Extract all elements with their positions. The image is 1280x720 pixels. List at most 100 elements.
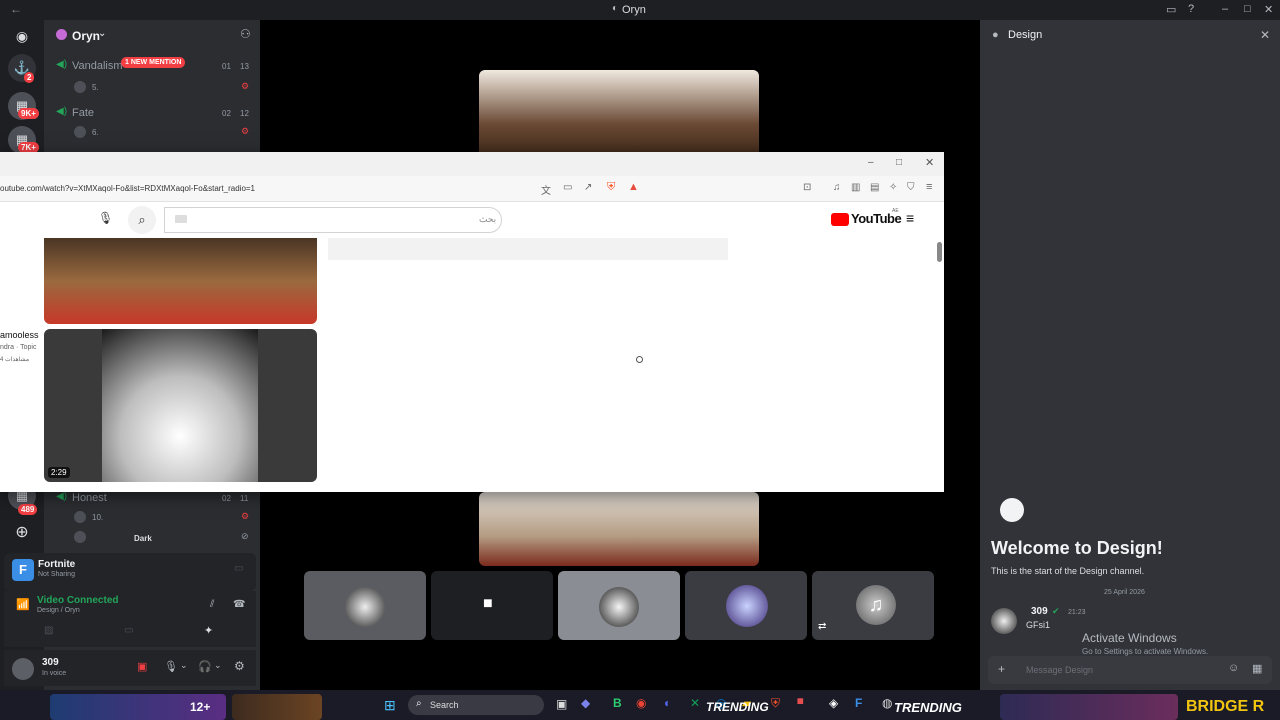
minimize-icon[interactable]: – bbox=[1222, 3, 1228, 15]
url-text[interactable]: outube.com/watch?v=XtMXaqol-Fo&list=RDXt… bbox=[0, 184, 255, 193]
vpn-icon[interactable]: ⛉ bbox=[907, 182, 915, 193]
taskbar-search[interactable]: ⌕ Search bbox=[408, 695, 544, 715]
mention-pill[interactable]: 1 NEW MENTION bbox=[121, 57, 186, 68]
activity-panel[interactable]: F Fortnite Not Sharing ▭ bbox=[4, 553, 256, 591]
voice-user-name[interactable]: Dark bbox=[134, 534, 152, 543]
brave-shield-icon[interactable]: ⛨ bbox=[607, 181, 615, 194]
video-thumbnail[interactable] bbox=[44, 238, 317, 324]
maximize-icon[interactable]: □ bbox=[896, 157, 902, 168]
signal-icon[interactable]: 📶 bbox=[16, 598, 30, 611]
message-input[interactable]: + Message Design ☺ ▦ bbox=[988, 656, 1272, 684]
message-author[interactable]: 309 bbox=[1031, 606, 1048, 617]
leo-icon[interactable]: ✧ bbox=[889, 182, 897, 193]
brave-icon[interactable]: ⛨ bbox=[771, 696, 780, 711]
inbox-icon[interactable]: ▭ bbox=[1166, 3, 1176, 16]
teams-icon[interactable]: ◆ bbox=[581, 696, 590, 710]
voice-channel-name[interactable]: Vandalism bbox=[72, 60, 123, 72]
app-icon[interactable]: ◈ bbox=[829, 696, 838, 710]
search-icon[interactable]: ⌕ bbox=[128, 206, 156, 234]
screen-icon[interactable]: ▭ bbox=[124, 625, 133, 636]
menu-icon[interactable]: ≡ bbox=[926, 181, 932, 193]
app-icon[interactable]: ▦ bbox=[797, 697, 804, 705]
search-input[interactable]: بحث bbox=[164, 207, 502, 233]
discord-icon[interactable]: ◐ bbox=[664, 696, 671, 710]
add-server-icon[interactable]: ⊕ bbox=[8, 518, 36, 546]
avatar[interactable] bbox=[12, 658, 34, 680]
side-video-channel[interactable]: ndra · Topic bbox=[0, 344, 36, 351]
voice-user-name[interactable]: 6. bbox=[92, 128, 99, 137]
plus-icon[interactable]: + bbox=[998, 662, 1005, 676]
address-bar[interactable]: outube.com/watch?v=XtMXaqol-Fo&list=RDXt… bbox=[0, 176, 944, 202]
hamburger-menu-icon[interactable]: ≡ bbox=[906, 210, 914, 226]
server-header[interactable]: Oryn ⌄ ⚇ bbox=[44, 20, 260, 50]
add-member-icon[interactable]: ⚇ bbox=[240, 27, 251, 41]
voice-user-name[interactable]: 5. bbox=[92, 83, 99, 92]
bookmark-icon[interactable]: ⊡ bbox=[803, 182, 811, 193]
emoji-icon[interactable]: ☺ bbox=[1228, 662, 1239, 674]
chevron-down-icon: ⌄ bbox=[98, 28, 107, 39]
disconnect-icon[interactable]: ☎ bbox=[233, 599, 245, 610]
brave-rewards-icon[interactable]: ▲ bbox=[628, 181, 639, 193]
stream-icon: ⚙ bbox=[241, 126, 250, 136]
taskbar-thumbnail[interactable] bbox=[1000, 694, 1178, 720]
app-icon[interactable]: ◍ bbox=[882, 696, 892, 710]
gear-icon[interactable]: ⚙ bbox=[234, 659, 245, 673]
activities-icon[interactable]: ✦ bbox=[204, 624, 213, 637]
camera-off-icon[interactable]: ▣ bbox=[137, 660, 147, 673]
voice-channel-name[interactable]: Fate bbox=[72, 107, 94, 119]
share-icon[interactable]: ↗ bbox=[584, 182, 592, 193]
close-icon[interactable]: ✕ bbox=[925, 156, 934, 169]
microphone-icon[interactable]: 🎙 bbox=[164, 660, 178, 673]
discord-home-icon[interactable]: ◉ bbox=[8, 22, 36, 50]
cast-icon[interactable]: ▭ bbox=[563, 182, 572, 193]
chrome-icon[interactable]: ◉ bbox=[636, 696, 646, 710]
camera-icon[interactable]: ▨ bbox=[44, 625, 53, 636]
artwork bbox=[102, 329, 258, 482]
wallet-icon[interactable]: ▤ bbox=[870, 182, 879, 193]
taskbar-thumbnail[interactable]: TRENDING bbox=[706, 698, 772, 716]
swap-icon[interactable]: ⇄ bbox=[818, 621, 826, 632]
participant-tile[interactable]: ■ bbox=[431, 571, 553, 640]
translate-icon[interactable]: 文 bbox=[541, 182, 551, 197]
participant-tile[interactable]: ♫ ⇄ bbox=[812, 571, 934, 640]
chevron-down-icon[interactable]: ⌄ bbox=[180, 660, 188, 671]
headphones-icon[interactable]: 🎧 bbox=[198, 660, 212, 673]
help-icon[interactable]: ? bbox=[1188, 3, 1194, 15]
avatar bbox=[726, 585, 768, 627]
task-view-icon[interactable]: ▣ bbox=[556, 697, 567, 711]
music-icon[interactable]: ♫ bbox=[833, 182, 841, 193]
scrollbar[interactable] bbox=[937, 242, 942, 262]
apps-icon[interactable]: ▦ bbox=[1252, 662, 1262, 675]
xbox-icon[interactable]: ✕ bbox=[690, 696, 700, 710]
video-tile-main-bottom[interactable] bbox=[479, 492, 759, 566]
taskbar-thumbnail[interactable] bbox=[232, 694, 322, 720]
voice-user-name[interactable]: 10. bbox=[92, 513, 103, 522]
fortnite-icon[interactable]: F bbox=[855, 696, 862, 710]
video-tile-main[interactable] bbox=[479, 70, 759, 160]
windows-start-icon[interactable]: ⊞ bbox=[384, 697, 396, 714]
close-icon[interactable]: ✕ bbox=[1260, 28, 1270, 42]
voice-location[interactable]: Design / Oryn bbox=[37, 607, 80, 614]
minimize-icon[interactable]: – bbox=[868, 157, 874, 168]
video-thumbnail[interactable]: 2:29 bbox=[44, 329, 317, 482]
bridge-label[interactable]: BRIDGE R bbox=[1186, 698, 1264, 716]
keyboard-icon[interactable] bbox=[175, 215, 187, 223]
side-video-title[interactable]: amooless bbox=[0, 330, 39, 340]
participant-tile[interactable] bbox=[304, 571, 426, 640]
sidebar-icon[interactable]: ▥ bbox=[851, 182, 860, 193]
voice-search-icon[interactable]: 🎙 bbox=[98, 211, 113, 225]
app-icon[interactable]: B bbox=[613, 696, 622, 710]
participant-tile[interactable] bbox=[685, 571, 807, 640]
taskbar-thumbnail[interactable]: 12+ bbox=[50, 694, 226, 720]
fortnite-icon: F bbox=[12, 559, 34, 581]
noise-suppression-icon[interactable]: ⫽ bbox=[210, 599, 214, 610]
avatar[interactable] bbox=[991, 608, 1017, 634]
voice-channel-name[interactable]: Honest bbox=[72, 492, 107, 504]
chevron-down-icon[interactable]: ⌄ bbox=[214, 660, 222, 671]
maximize-icon[interactable]: □ bbox=[1244, 3, 1251, 15]
back-arrow-icon[interactable]: ← bbox=[10, 2, 22, 16]
close-icon[interactable]: ✕ bbox=[1264, 3, 1273, 16]
screen-share-icon[interactable]: ▭ bbox=[234, 563, 243, 574]
participant-tile[interactable] bbox=[558, 571, 680, 640]
message-placeholder: Message Design bbox=[1026, 665, 1094, 675]
